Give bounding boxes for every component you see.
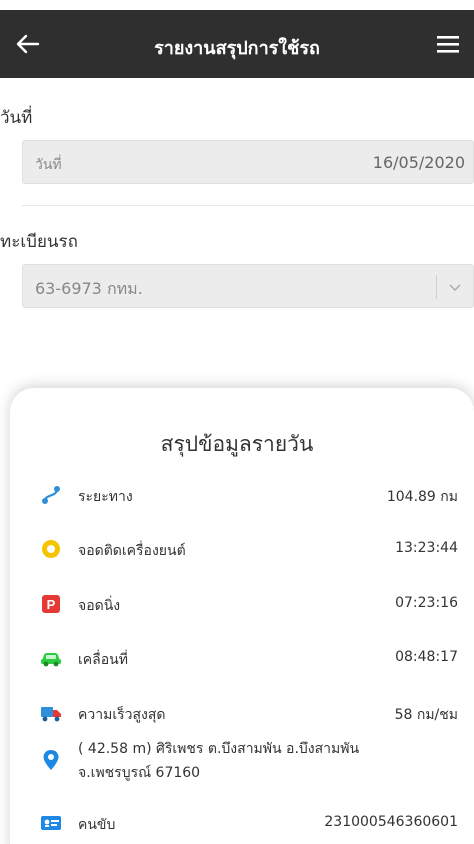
idle-engine-icon — [42, 540, 60, 558]
plate-label: ทะเบียนรถ — [0, 232, 78, 252]
date-field-placeholder: วันที่ — [35, 157, 62, 173]
summary-row-value: 07:23:16 — [395, 595, 458, 611]
select-divider — [436, 275, 437, 299]
hamburger-menu-icon — [437, 36, 459, 53]
location-row: ( 42.58 m) ศิริเพชร ต.บึงสามพัน อ.บึงสาม… — [40, 737, 458, 791]
plate-select[interactable]: 63-6973 กทม. — [22, 264, 474, 308]
summary-title: สรุปข้อมูลรายวัน — [160, 432, 314, 456]
summary-row-driver: คนขับ 231000546360601 — [40, 810, 458, 838]
summary-row-top-speed: ความเร็วสูงสุด 58 กม/ชม — [40, 700, 458, 728]
parking-icon: P — [42, 595, 60, 613]
date-label: วันที่ — [0, 108, 33, 128]
summary-row-label: ความเร็วสูงสุด — [78, 707, 166, 723]
summary-row-label: จอดติดเครื่องยนต์ — [78, 543, 186, 559]
location-line-2: จ.เพชรบูรณ์ 67160 — [78, 765, 201, 781]
summary-row-distance: ระยะทาง 104.89 กม — [40, 482, 458, 510]
chevron-down-icon[interactable] — [447, 279, 463, 295]
truck-speed-icon — [41, 707, 61, 722]
summary-row-value: 13:23:44 — [395, 540, 458, 556]
location-text: ( 42.58 m) ศิริเพชร ต.บึงสามพัน อ.บึงสาม… — [78, 737, 458, 785]
divider — [22, 205, 474, 206]
menu-button[interactable] — [432, 28, 464, 60]
id-card-icon — [41, 816, 61, 830]
route-icon — [42, 486, 60, 504]
summary-row-value: 08:48:17 — [395, 649, 458, 665]
summary-row-parking: P จอดนิ่ง 07:23:16 — [40, 591, 458, 619]
plate-value: 63-6973 กทม. — [35, 279, 143, 298]
map-pin-icon — [43, 750, 59, 770]
date-field[interactable]: วันที่ 16/05/2020 — [22, 140, 474, 184]
car-moving-icon — [41, 653, 61, 667]
svg-text:P: P — [47, 597, 56, 612]
summary-row-moving: เคลื่อนที่ 08:48:17 — [40, 645, 458, 673]
location-line-1: ( 42.58 m) ศิริเพชร ต.บึงสามพัน อ.บึงสาม… — [78, 741, 360, 757]
summary-row-label: เคลื่อนที่ — [78, 652, 128, 668]
summary-row-label: คนขับ — [78, 817, 116, 833]
date-value: 16/05/2020 — [372, 153, 465, 172]
summary-row-value: 58 กม/ชม — [394, 707, 458, 723]
summary-row-value: 231000546360601 — [324, 814, 458, 830]
app-bar: รายงานสรุปการใช้รถ — [0, 10, 474, 78]
summary-row-label: จอดนิ่ง — [78, 598, 121, 614]
status-strip — [0, 0, 474, 10]
summary-row-idle: จอดติดเครื่องยนต์ 13:23:44 — [40, 536, 458, 564]
summary-row-value: 104.89 กม — [386, 489, 458, 505]
summary-row-label: ระยะทาง — [78, 489, 133, 505]
page-title: รายงานสรุปการใช้รถ — [154, 38, 320, 59]
